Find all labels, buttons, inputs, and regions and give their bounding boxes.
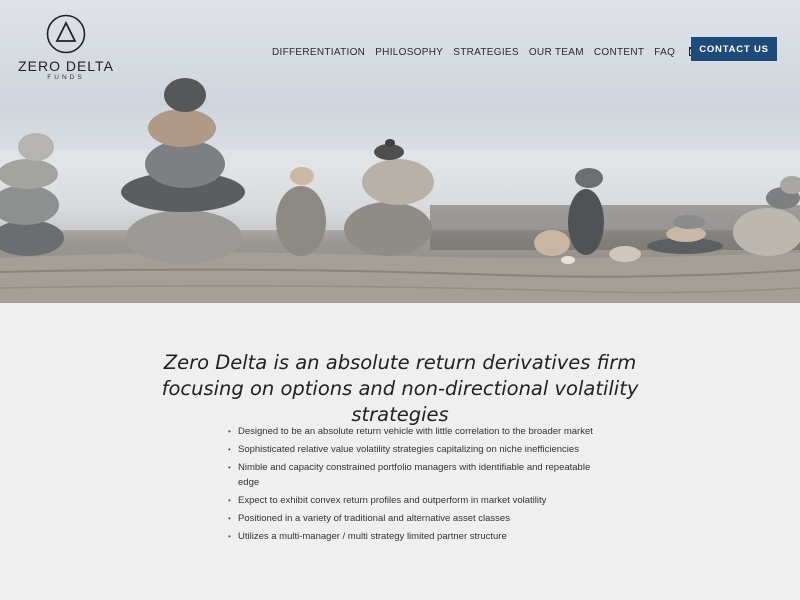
main-nav: DIFFERENTIATION PHILOSOPHY STRATEGIES OU… bbox=[272, 43, 715, 61]
brand-subtitle: FUNDS bbox=[47, 74, 85, 81]
list-item: Nimble and capacity constrained portfoli… bbox=[228, 460, 599, 490]
list-item: Expect to exhibit convex return profiles… bbox=[228, 493, 599, 508]
nav-item-philosophy[interactable]: PHILOSOPHY bbox=[375, 47, 443, 58]
nav-item-differentiation[interactable]: DIFFERENTIATION bbox=[272, 47, 365, 58]
contact-us-button[interactable]: CONTACT US bbox=[691, 37, 777, 61]
list-item: Utilizes a multi-manager / multi strateg… bbox=[228, 529, 599, 544]
nav-item-content[interactable]: CONTENT bbox=[594, 47, 644, 58]
hero-image: ZERO DELTA FUNDS DIFFERENTIATION PHILOSO… bbox=[0, 0, 800, 303]
nav-item-strategies[interactable]: STRATEGIES bbox=[453, 47, 519, 58]
brand-logo[interactable]: ZERO DELTA FUNDS bbox=[18, 14, 114, 81]
triangle-in-circle-icon bbox=[46, 14, 86, 54]
page-headline: Zero Delta is an absolute return derivat… bbox=[161, 351, 639, 427]
list-item: Designed to be an absolute return vehicl… bbox=[228, 424, 599, 439]
brand-name: ZERO DELTA bbox=[18, 58, 114, 74]
feature-list: Designed to be an absolute return vehicl… bbox=[228, 424, 599, 547]
main-content: Zero Delta is an absolute return derivat… bbox=[0, 303, 800, 600]
list-item: Sophisticated relative value volatility … bbox=[228, 442, 599, 457]
nav-item-faq[interactable]: FAQ bbox=[654, 47, 675, 58]
site-header: ZERO DELTA FUNDS DIFFERENTIATION PHILOSO… bbox=[0, 0, 800, 90]
nav-item-our-team[interactable]: OUR TEAM bbox=[529, 47, 584, 58]
list-item: Positioned in a variety of traditional a… bbox=[228, 511, 599, 526]
